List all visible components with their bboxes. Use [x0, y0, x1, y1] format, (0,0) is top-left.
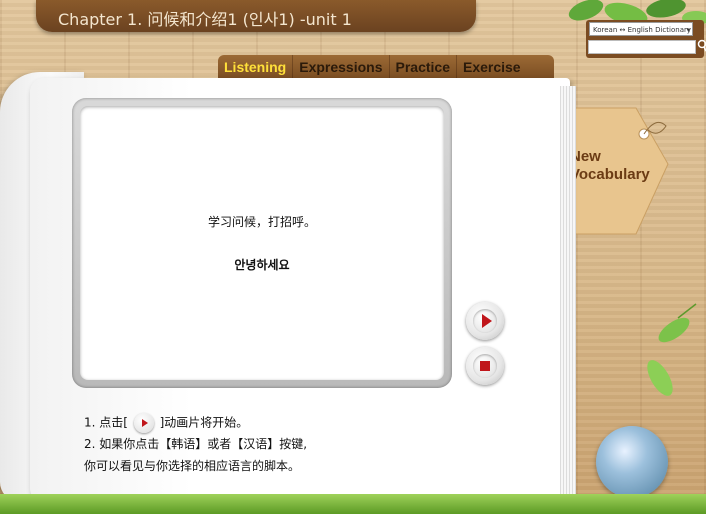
- dictionary-search-input[interactable]: [588, 40, 696, 54]
- new-vocabulary-button[interactable]: New Vocabulary: [570, 148, 650, 184]
- instruction-step1-suffix: ]动画片将开始。: [159, 415, 249, 430]
- search-icon[interactable]: [697, 38, 706, 54]
- grass-decoration: [0, 494, 706, 514]
- vocab-label-line1: New: [570, 148, 601, 165]
- screen-caption-korean: 안녕하세요: [234, 258, 290, 272]
- instruction-step2: 2. 如果你点击【韩语】或者【汉语】按键,: [84, 437, 308, 451]
- instruction-step1: 1. 点击[ ]动画片将开始。: [84, 413, 248, 433]
- tab-practice[interactable]: Practice: [390, 55, 457, 79]
- leaf-decoration: [647, 303, 697, 396]
- vocab-label-line2: Vocabulary: [570, 166, 650, 183]
- video-screen[interactable]: [80, 106, 444, 380]
- stop-button[interactable]: [466, 347, 504, 385]
- tab-exercise[interactable]: Exercise: [457, 55, 527, 79]
- tab-expressions[interactable]: Expressions: [293, 55, 390, 79]
- chevron-down-icon: ▾: [686, 26, 690, 34]
- instruction-step2-continued: 你可以看见与你选择的相应语言的脚本。: [84, 459, 301, 473]
- tab-listening[interactable]: Listening: [218, 55, 294, 79]
- dictionary-select[interactable]: Korean ↔ English Dictionary ▾: [589, 22, 693, 36]
- chapter-title: Chapter 1. 问候和介绍1 (인사1) -unit 1: [58, 10, 352, 29]
- dictionary-select-label: Korean ↔ English Dictionary: [593, 26, 691, 34]
- inline-play-icon: [133, 413, 154, 433]
- play-icon: [482, 314, 492, 328]
- stop-icon: [480, 361, 490, 371]
- instruction-step1-prefix: 1. 点击[: [84, 415, 128, 430]
- book-page-edges: [560, 86, 576, 496]
- play-button[interactable]: [466, 302, 504, 340]
- globe-icon[interactable]: [596, 426, 668, 498]
- lesson-tabs: Listening Expressions Practice Exercise: [218, 55, 554, 79]
- screen-caption-chinese: 学习问候，打招呼。: [207, 215, 316, 229]
